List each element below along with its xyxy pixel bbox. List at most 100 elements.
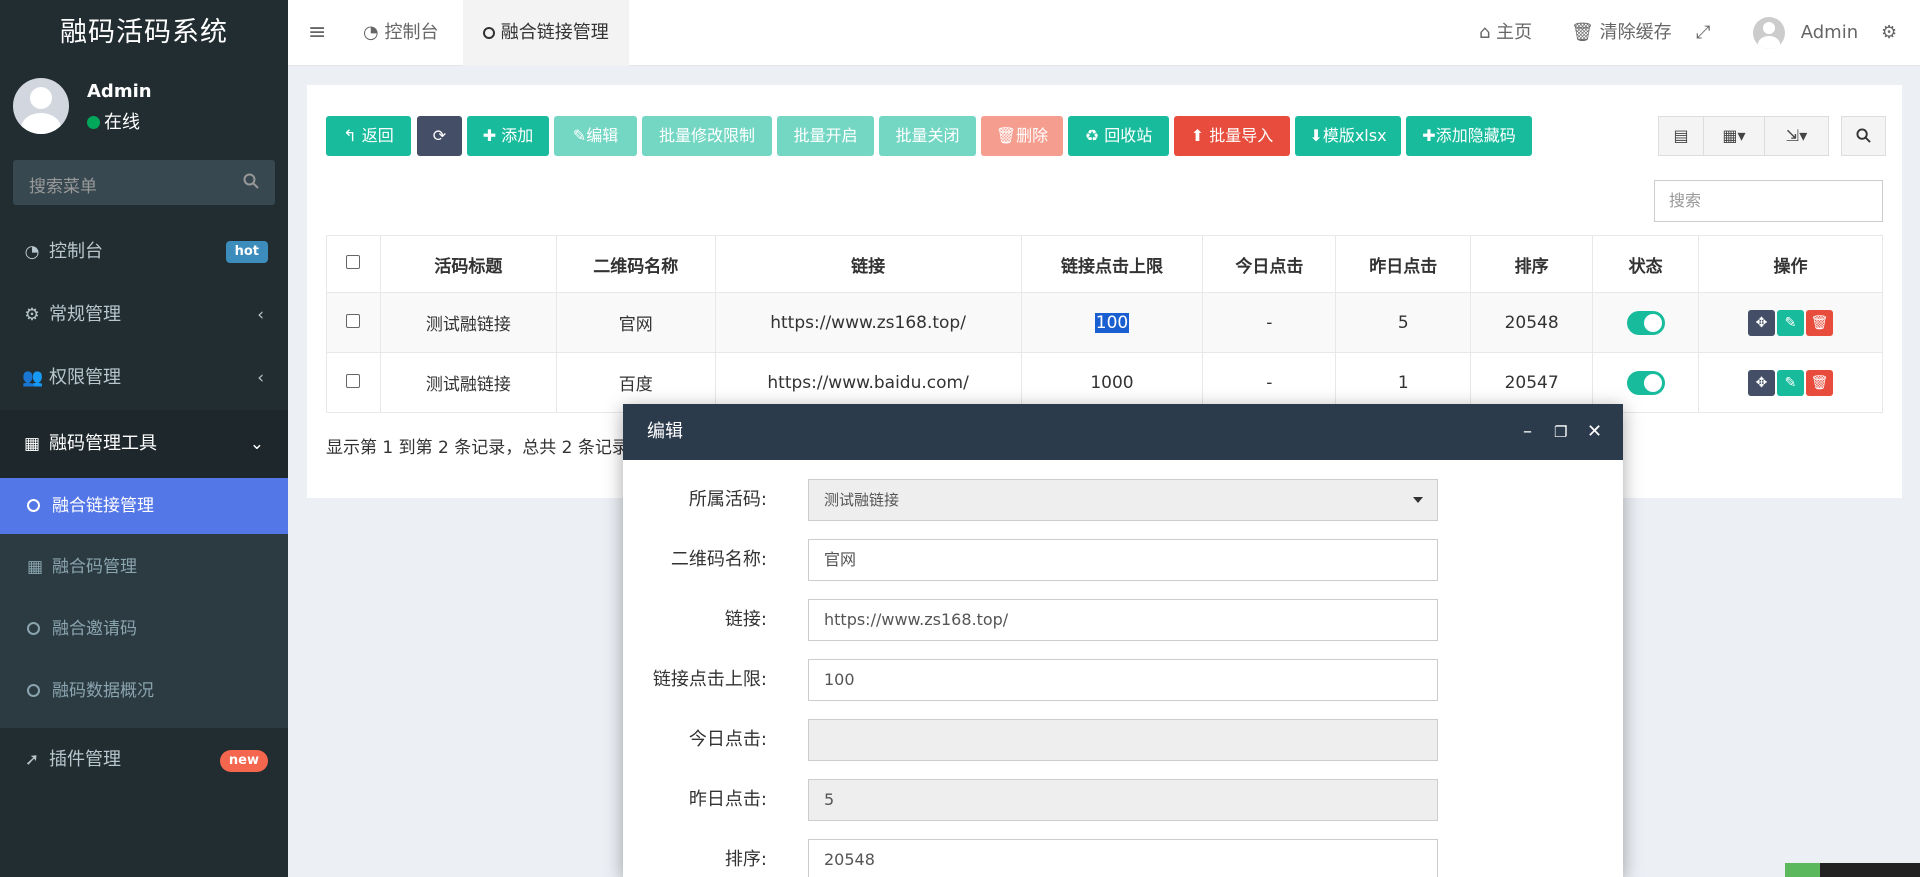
minimize-icon[interactable]: –	[1523, 404, 1532, 460]
trash-icon: 🗑	[995, 126, 1017, 145]
click-limit-field[interactable]: 100	[808, 659, 1438, 701]
column-header[interactable]: 操作	[1698, 235, 1883, 293]
select-all-checkbox[interactable]	[346, 255, 361, 269]
status-toggle[interactable]	[1626, 310, 1665, 335]
delete-button[interactable]: 🗑删除	[981, 116, 1063, 156]
status-toggle[interactable]	[1626, 370, 1665, 395]
refresh-button[interactable]: ⟳	[417, 116, 462, 156]
row-edit-button[interactable]: ✎	[1777, 369, 1805, 396]
sidebar-item-permissions[interactable]: 👥 权限管理 ‹	[0, 347, 288, 409]
column-header[interactable]: 今日点击	[1202, 235, 1337, 293]
batch-close-button[interactable]: 批量关闭	[879, 116, 976, 156]
columns-button[interactable]: ▦▾	[1703, 116, 1765, 156]
column-header[interactable]: 链接点击上限	[1020, 235, 1204, 293]
add-button[interactable]: ✚ 添加	[467, 116, 549, 156]
batch-import-button[interactable]: ⬆ 批量导入	[1174, 116, 1290, 156]
sort-field[interactable]: 20548	[808, 839, 1438, 877]
search-toggle-button[interactable]	[1841, 116, 1886, 156]
edit-button[interactable]: ✎编辑	[554, 116, 637, 156]
qr-name-field[interactable]: 官网	[808, 539, 1438, 581]
drag-sort-button[interactable]: ✥	[1748, 369, 1776, 396]
select-all-cell	[326, 235, 381, 293]
limit-value-selected: 100	[1094, 312, 1130, 333]
back-button[interactable]: ↰ 返回	[326, 116, 411, 156]
toggle-view-button[interactable]: ▤	[1658, 116, 1704, 156]
form-label: 排序:	[724, 849, 767, 870]
app-logo-title[interactable]: 融码活码系统	[0, 0, 288, 66]
table-row[interactable]: 测试融链接 官网 https://www.zs168.top/ 100 - 5 …	[326, 292, 1883, 353]
chevron-left-icon: ‹	[257, 305, 264, 325]
corner-status-widget[interactable]	[1785, 863, 1920, 877]
table-search-placeholder: 搜索	[1669, 191, 1702, 210]
cell-link: https://www.zs168.top/	[714, 292, 1022, 353]
settings-icon[interactable]: ⚙	[1881, 0, 1897, 66]
sidebar-item-label: 插件管理	[49, 749, 121, 770]
column-header[interactable]: 昨日点击	[1335, 235, 1472, 293]
column-header[interactable]: 状态	[1592, 235, 1700, 293]
sidebar-subitem-fusion-codes[interactable]: ▦ 融合码管理	[0, 539, 288, 595]
link-field[interactable]: https://www.zs168.top/	[808, 599, 1438, 641]
tab-dashboard[interactable]: ◔ 控制台	[343, 0, 458, 66]
sidebar-subitem-invite-codes[interactable]: 融合邀请码	[0, 601, 288, 657]
trash-icon: 🗑	[1571, 22, 1594, 43]
fullscreen-icon[interactable]: ⤢	[1696, 0, 1710, 66]
users-icon: 👥	[22, 368, 44, 388]
online-dot-icon	[87, 116, 100, 129]
row-edit-button[interactable]: ✎	[1777, 309, 1805, 336]
form-label: 昨日点击:	[688, 789, 767, 810]
sidebar-search-input[interactable]: 搜索菜单	[13, 160, 275, 205]
cell-status	[1592, 292, 1700, 353]
column-header[interactable]: 活码标题	[379, 235, 557, 293]
batch-limit-label: 批量修改限制	[658, 126, 755, 145]
edit-modal: 编辑 – ❐ ✕ 所属活码: 测试融链接 二维码名称: 官网 链接: https…	[623, 404, 1623, 877]
batch-limit-button[interactable]: 批量修改限制	[642, 116, 772, 156]
tab-fusion-links[interactable]: 融合链接管理	[463, 0, 629, 66]
row-checkbox[interactable]	[346, 313, 361, 328]
column-header[interactable]: 二维码名称	[555, 235, 716, 293]
recycle-label: 回收站	[1104, 126, 1153, 145]
maximize-icon[interactable]: ❐	[1554, 404, 1567, 460]
clear-cache-button[interactable]: 🗑 清除缓存	[1571, 0, 1672, 66]
batch-import-label: 批量导入	[1209, 126, 1274, 145]
home-link[interactable]: ⌂ 主页	[1479, 0, 1532, 66]
modal-title: 编辑	[647, 421, 683, 442]
admin-menu[interactable]: Admin	[1753, 0, 1858, 66]
user-panel: Admin 在线	[0, 66, 288, 146]
form-label: 链接点击上限:	[652, 669, 767, 690]
form-row-sort: 排序: 20548	[623, 839, 1623, 877]
drag-sort-button[interactable]: ✥	[1748, 309, 1776, 336]
home-icon: ⌂	[1479, 22, 1491, 43]
export-icon: ⇲▾	[1785, 126, 1808, 145]
template-label: 模版xlsx	[1322, 126, 1387, 145]
table-view-icon: ▤	[1673, 126, 1689, 145]
sidebar-item-general[interactable]: ⚙ 常规管理 ‹	[0, 284, 288, 346]
recycle-bin-button[interactable]: ♻ 回收站	[1068, 116, 1169, 156]
table-search-input[interactable]: 搜索	[1654, 180, 1883, 222]
row-select-cell	[326, 292, 381, 353]
sidebar-subitem-fusion-links[interactable]: 融合链接管理	[0, 478, 288, 534]
cell-today: -	[1202, 292, 1337, 353]
row-checkbox[interactable]	[346, 373, 361, 388]
export-button[interactable]: ⇲▾	[1764, 116, 1829, 156]
search-icon[interactable]	[243, 173, 259, 193]
add-hidden-code-button[interactable]: ✚添加隐藏码	[1406, 116, 1532, 156]
row-delete-button[interactable]: 🗑	[1806, 369, 1834, 396]
menu-toggle-icon[interactable]: ≡	[308, 20, 326, 45]
row-delete-button[interactable]: 🗑	[1806, 309, 1834, 336]
sidebar-item-ronma-tools[interactable]: ▦ 融码管理工具 ⌄	[0, 410, 288, 478]
top-header: ≡ ◔ 控制台 融合链接管理 ⌂ 主页 🗑 清除缓存 ⤢ Admin ⚙	[288, 0, 1920, 66]
qrcode-icon: ▦	[23, 434, 41, 454]
cell-limit[interactable]: 100	[1020, 292, 1204, 353]
pencil-icon: ✎	[1784, 314, 1797, 331]
close-icon[interactable]: ✕	[1587, 404, 1602, 460]
template-download-button[interactable]: ⬇模版xlsx	[1295, 116, 1401, 156]
sidebar-subitem-data-overview[interactable]: 融码数据概况	[0, 663, 288, 719]
qrcode-select[interactable]: 测试融链接	[808, 479, 1438, 521]
sidebar-item-dashboard[interactable]: ◔ 控制台 hot	[0, 221, 288, 283]
sidebar-search-placeholder: 搜索菜单	[29, 177, 97, 197]
sidebar-item-plugins[interactable]: ➚ 插件管理 new	[0, 729, 288, 791]
cell-actions: ✥ ✎ 🗑	[1698, 352, 1883, 413]
batch-open-button[interactable]: 批量开启	[777, 116, 874, 156]
column-header[interactable]: 排序	[1470, 235, 1594, 293]
column-header[interactable]: 链接	[714, 235, 1022, 293]
